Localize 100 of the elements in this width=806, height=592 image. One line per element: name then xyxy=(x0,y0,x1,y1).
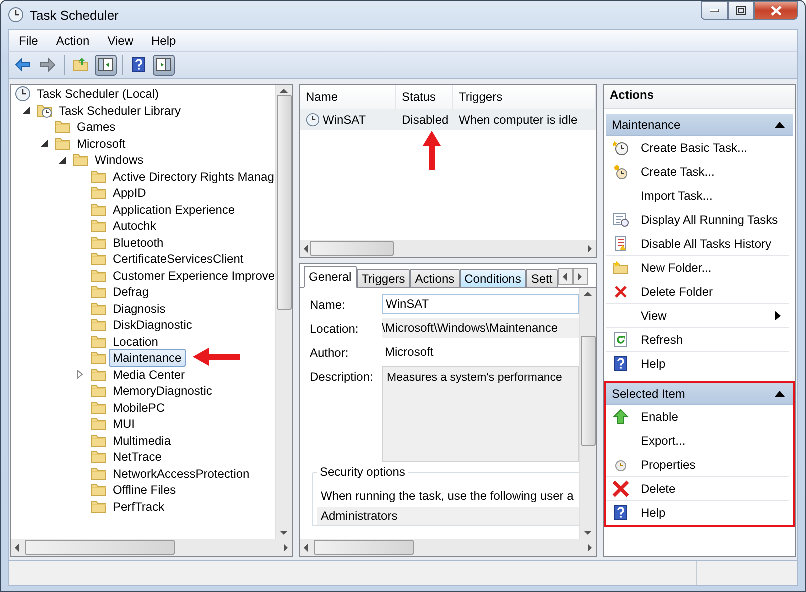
vertical-scrollbar[interactable] xyxy=(579,288,596,539)
tab[interactable]: General xyxy=(304,266,357,288)
tree-item[interactable]: Task Scheduler (Local) xyxy=(33,85,164,104)
action-link[interactable]: New Folder... xyxy=(641,261,712,275)
tree-item[interactable]: Media Center xyxy=(109,366,190,384)
menu-item[interactable]: View xyxy=(100,34,142,48)
tab[interactable]: Triggers xyxy=(356,269,410,288)
tree-item[interactable]: MobilePC xyxy=(109,398,170,417)
field-label: Name: xyxy=(310,297,346,312)
tree-item[interactable]: AppID xyxy=(109,184,150,202)
folder-icon xyxy=(91,284,107,300)
tree-item[interactable]: Bluetooth xyxy=(109,234,168,252)
action-link[interactable]: Import Task... xyxy=(641,189,713,203)
action-link[interactable]: Export... xyxy=(641,434,686,448)
text-field[interactable]: WinSAT xyxy=(382,294,579,314)
tree-item[interactable]: CertificateServicesClient xyxy=(109,250,248,268)
tree-item[interactable]: MUI xyxy=(109,415,139,434)
column-header[interactable]: Name xyxy=(300,85,396,109)
tree-item[interactable]: Defrag xyxy=(109,283,154,302)
submenu-arrow-icon xyxy=(775,310,781,320)
user-account-field[interactable]: Administrators xyxy=(317,507,579,525)
tree-item[interactable]: Offline Files xyxy=(109,481,180,500)
clock-icon xyxy=(15,86,31,102)
security-prompt: When running the task, use the following user a xyxy=(320,488,575,505)
tab[interactable]: Conditions xyxy=(460,269,526,288)
table-cell: WinSAT xyxy=(323,112,366,126)
section-header[interactable]: Selected Item xyxy=(606,383,793,405)
folder-icon xyxy=(55,119,71,136)
horizontal-scrollbar[interactable] xyxy=(300,240,596,257)
folder-icon xyxy=(91,416,107,432)
folder-icon xyxy=(91,218,107,234)
tree-item[interactable]: Active Directory Rights Manag xyxy=(109,168,275,186)
scroll-left-button[interactable] xyxy=(558,268,573,285)
action-link[interactable]: Display All Running Tasks xyxy=(641,213,778,227)
menu-item[interactable]: File xyxy=(11,34,46,48)
toolbar-button[interactable] xyxy=(95,54,117,76)
folder-icon xyxy=(91,317,107,334)
action-link[interactable]: Enable xyxy=(641,410,678,424)
tab[interactable]: Sett xyxy=(526,269,558,288)
maximize-icon xyxy=(736,6,746,15)
menu-item[interactable]: Action xyxy=(48,34,98,48)
tree-item[interactable]: Microsoft xyxy=(73,134,130,153)
tree-item[interactable]: PerfTrack xyxy=(109,498,169,516)
minimize-icon xyxy=(710,8,719,12)
action-link[interactable]: Help xyxy=(641,357,666,371)
tree-item[interactable]: Windows xyxy=(91,151,148,170)
tree-item[interactable]: Autochk xyxy=(109,217,160,236)
folder-icon xyxy=(91,432,107,449)
tree-item[interactable]: DiskDiagnostic xyxy=(109,316,196,334)
action-link[interactable]: Help xyxy=(641,506,666,520)
tree-item[interactable]: NetworkAccessProtection xyxy=(109,464,254,483)
column-header[interactable]: Status xyxy=(396,85,453,109)
text-field[interactable]: Measures a system's performance xyxy=(382,366,579,462)
scroll-right-button[interactable] xyxy=(572,268,588,285)
action-link[interactable]: View xyxy=(641,308,667,322)
pointer-arrow xyxy=(193,347,241,367)
tree-item[interactable]: Customer Experience Improve xyxy=(109,266,275,285)
tree-item[interactable]: Diagnosis xyxy=(109,300,170,318)
tree-item[interactable]: NetTrace xyxy=(109,448,166,466)
action-link[interactable]: Refresh xyxy=(641,332,684,346)
field-label: Description: xyxy=(310,369,374,384)
document-icon xyxy=(613,236,629,252)
action-link[interactable]: Properties xyxy=(641,458,696,472)
task-row[interactable]: WinSAT Disabled When computer is idle xyxy=(300,109,596,130)
tree-item[interactable]: Application Experience xyxy=(109,200,240,219)
close-button[interactable] xyxy=(754,1,798,20)
tree-item[interactable]: Maintenance xyxy=(109,349,186,368)
minimize-button[interactable] xyxy=(701,1,728,20)
clock-icon xyxy=(613,164,629,180)
tree-item[interactable]: Location xyxy=(109,332,162,351)
task-list-icon xyxy=(613,212,629,228)
vertical-scrollbar[interactable] xyxy=(275,85,292,539)
expanded-arrow-icon xyxy=(23,107,30,114)
tree-item[interactable]: Games xyxy=(73,118,120,136)
group-title: Security options xyxy=(317,465,408,479)
horizontal-scrollbar[interactable] xyxy=(300,539,596,556)
folder-clock-icon xyxy=(37,102,53,119)
help-icon xyxy=(613,356,629,372)
horizontal-scrollbar[interactable] xyxy=(11,539,292,556)
action-link[interactable]: Create Basic Task... xyxy=(641,141,748,155)
maximize-button[interactable] xyxy=(728,1,754,20)
action-link[interactable]: Create Task... xyxy=(641,165,715,179)
pane-icon xyxy=(156,57,172,73)
folder-icon xyxy=(91,234,107,251)
column-header[interactable]: Triggers xyxy=(453,85,596,109)
menu-item[interactable]: Help xyxy=(144,34,184,48)
section-header[interactable]: Maintenance xyxy=(606,114,793,136)
toolbar-button[interactable] xyxy=(153,54,175,76)
text-field[interactable]: \Microsoft\Windows\Maintenance xyxy=(382,318,579,338)
tree-item[interactable]: Multimedia xyxy=(109,432,176,450)
action-link[interactable]: Delete xyxy=(641,482,676,496)
clock-icon xyxy=(613,140,629,156)
action-link[interactable]: Disable All Tasks History xyxy=(641,236,772,250)
clock-icon xyxy=(306,112,320,126)
window-title: Task Scheduler xyxy=(30,8,119,22)
field-label: Author: xyxy=(310,345,350,360)
action-link[interactable]: Delete Folder xyxy=(641,284,714,298)
tree-item[interactable]: MemoryDiagnostic xyxy=(109,382,216,400)
tree-item[interactable]: Task Scheduler Library xyxy=(55,102,186,120)
tab[interactable]: Actions xyxy=(410,269,460,288)
